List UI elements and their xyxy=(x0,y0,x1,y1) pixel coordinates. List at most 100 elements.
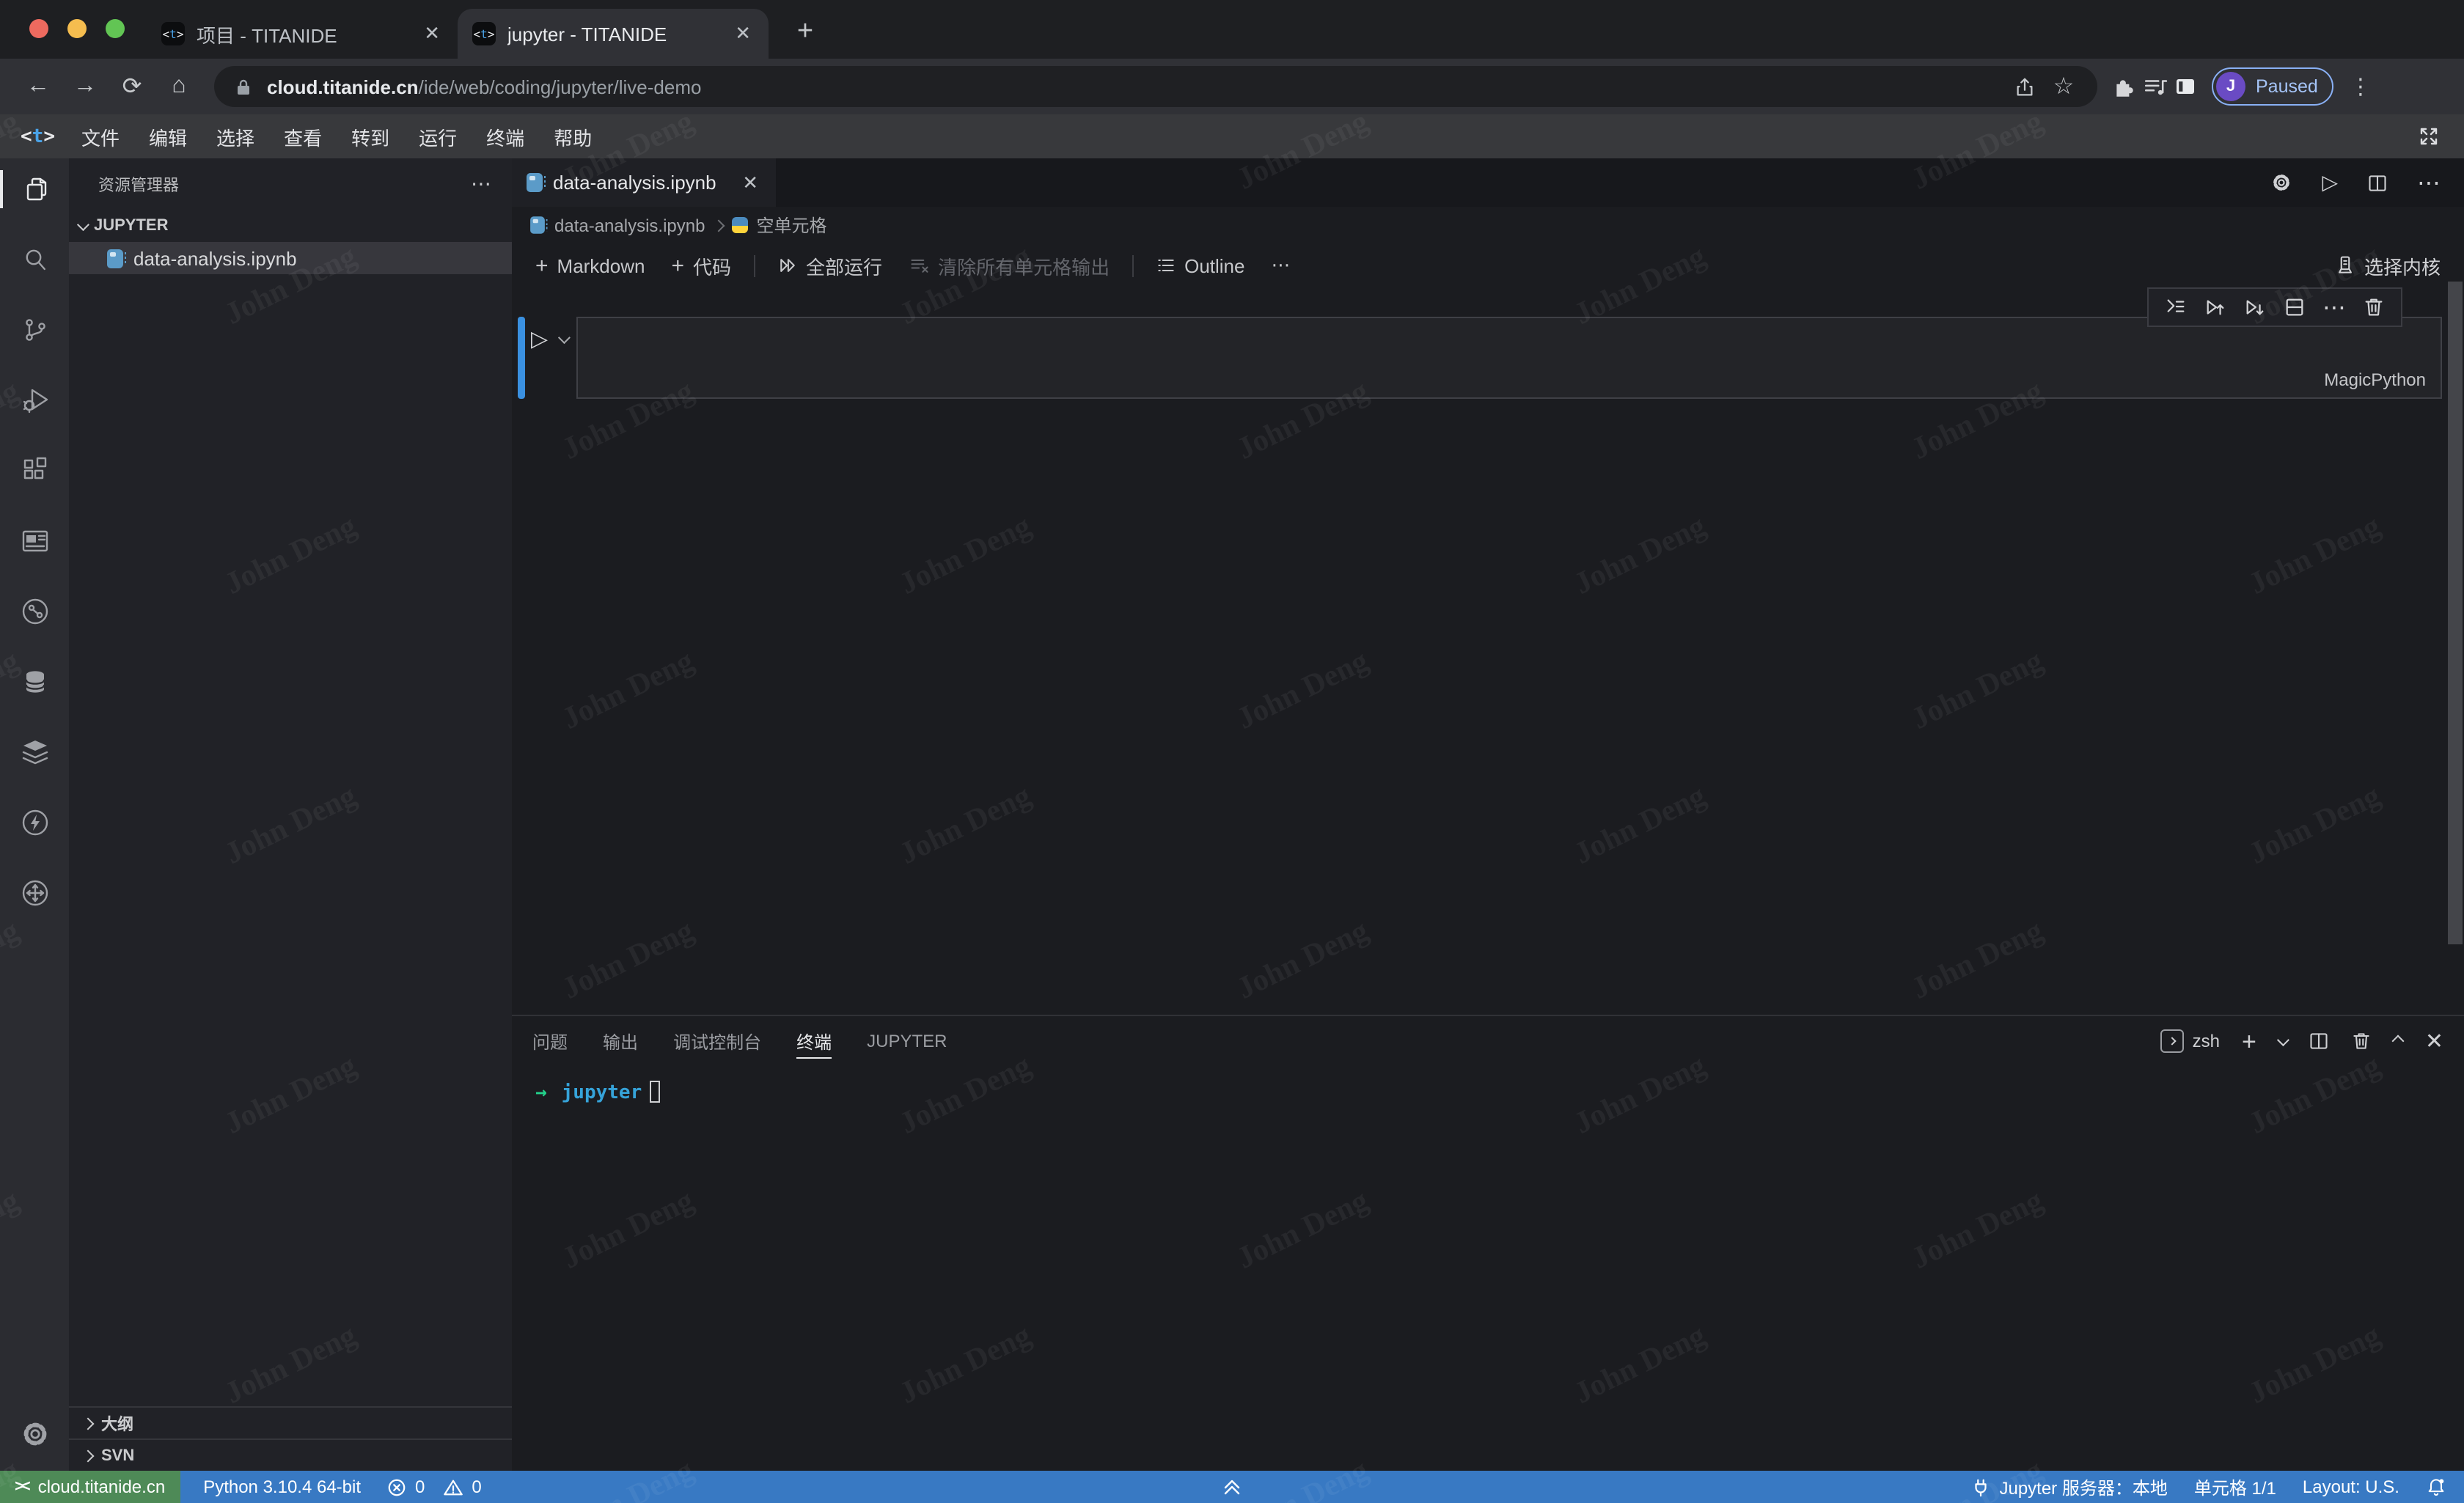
share-icon[interactable] xyxy=(2014,76,2036,98)
url-text: cloud.titanide.cn/ide/web/coding/jupyter… xyxy=(267,76,701,98)
fullscreen-icon[interactable] xyxy=(2417,125,2449,148)
extensions-puzzle-icon[interactable] xyxy=(2112,74,2137,99)
cell-focus-bar xyxy=(518,317,525,399)
run-cell-dropdown-icon[interactable] xyxy=(557,331,570,344)
clear-outputs-button: 清除所有单元格输出 xyxy=(897,251,1121,279)
minimize-window-button[interactable] xyxy=(67,19,87,38)
close-editor-icon[interactable]: ✕ xyxy=(739,171,761,194)
editor-more-actions-icon[interactable]: ⋯ xyxy=(2417,168,2441,197)
problems-status[interactable]: 0 0 xyxy=(387,1477,482,1497)
status-bar: >< cloud.titanide.cn Python 3.10.4 64-bi… xyxy=(0,1471,2464,1503)
new-terminal-icon[interactable]: + xyxy=(2242,1029,2256,1054)
remote-indicator[interactable]: >< cloud.titanide.cn xyxy=(0,1471,180,1503)
cell-more-actions-icon[interactable]: ⋯ xyxy=(2314,289,2354,326)
terminal-shell-selector[interactable]: zsh xyxy=(2160,1029,2220,1053)
menu-selection[interactable]: 选择 xyxy=(202,122,269,150)
browser-menu-icon[interactable]: ⋮ xyxy=(2340,66,2381,107)
panel-tab-debug-console[interactable]: 调试控制台 xyxy=(673,1016,761,1066)
close-tab-icon[interactable]: ✕ xyxy=(421,22,443,45)
explorer-icon[interactable] xyxy=(0,170,69,208)
split-editor-icon[interactable] xyxy=(2367,172,2388,193)
menu-edit[interactable]: 编辑 xyxy=(134,122,202,150)
layout-status[interactable]: Layout: U.S. xyxy=(2303,1477,2399,1497)
web-preview-icon[interactable] xyxy=(0,522,69,560)
layers-stack-icon[interactable] xyxy=(0,733,69,771)
add-markdown-button[interactable]: + Markdown xyxy=(524,254,656,276)
select-kernel-button[interactable]: 选择内核 xyxy=(2335,251,2464,279)
browser-tab-title: jupyter - TITANIDE xyxy=(507,23,720,45)
menu-help[interactable]: 帮助 xyxy=(539,122,606,150)
menu-go[interactable]: 转到 xyxy=(337,122,404,150)
maximize-panel-icon[interactable] xyxy=(2392,1035,2405,1048)
git-graph-icon[interactable] xyxy=(0,592,69,631)
zoom-window-button[interactable] xyxy=(106,19,125,38)
terminal-content[interactable]: →jupyter xyxy=(512,1066,2464,1471)
extensions-icon[interactable] xyxy=(0,452,69,490)
menu-run[interactable]: 运行 xyxy=(404,122,472,150)
cell-language-label[interactable]: MagicPython xyxy=(2324,370,2426,390)
source-control-icon[interactable] xyxy=(0,311,69,349)
menu-file[interactable]: 文件 xyxy=(67,122,134,150)
close-panel-icon[interactable]: ✕ xyxy=(2425,1028,2443,1054)
terminal-dropdown-icon[interactable] xyxy=(2278,1034,2290,1046)
close-tab-icon[interactable]: ✕ xyxy=(732,22,754,45)
profile-button[interactable]: J Paused xyxy=(2212,67,2334,106)
reading-list-icon[interactable] xyxy=(2143,74,2168,99)
menu-view[interactable]: 查看 xyxy=(269,122,337,150)
gateway-icon[interactable] xyxy=(0,874,69,912)
explorer-more-actions-icon[interactable]: ⋯ xyxy=(471,172,491,196)
split-cell-icon[interactable] xyxy=(2275,289,2314,326)
thunder-client-icon[interactable] xyxy=(0,804,69,842)
delete-cell-icon[interactable] xyxy=(2354,289,2394,326)
side-panel-icon[interactable] xyxy=(2174,75,2197,98)
search-icon[interactable] xyxy=(0,240,69,279)
execute-below-icon[interactable] xyxy=(2235,289,2275,326)
address-bar[interactable]: cloud.titanide.cn/ide/web/coding/jupyter… xyxy=(214,66,2097,107)
home-icon[interactable]: ⌂ xyxy=(158,66,199,107)
file-item-notebook[interactable]: data-analysis.ipynb xyxy=(69,242,512,274)
expand-panel-chevrons-icon[interactable] xyxy=(1219,1471,1245,1503)
sidebar-section-svn[interactable]: SVN xyxy=(69,1438,512,1471)
panel-tab-terminal[interactable]: 终端 xyxy=(796,1016,832,1066)
panel-actions: zsh + ✕ xyxy=(2160,1028,2443,1054)
browser-tab-jupyter[interactable]: <t> jupyter - TITANIDE ✕ xyxy=(458,9,769,59)
run-icon[interactable]: ▷ xyxy=(2322,170,2338,195)
close-window-button[interactable] xyxy=(29,19,48,38)
bookmark-star-icon[interactable]: ☆ xyxy=(2050,66,2077,107)
breadcrumb-cell[interactable]: 空单元格 xyxy=(756,213,826,238)
run-cell-icon[interactable]: ▷ xyxy=(531,326,548,352)
jupyter-server-status[interactable]: Jupyter 服务器：本地 xyxy=(1971,1474,2167,1499)
menu-terminal[interactable]: 终端 xyxy=(472,122,539,150)
cell-editor[interactable]: MagicPython xyxy=(576,317,2442,399)
forward-icon[interactable]: → xyxy=(65,66,106,107)
run-debug-icon[interactable] xyxy=(0,381,69,419)
split-terminal-icon[interactable] xyxy=(2309,1031,2330,1051)
notebook-settings-gear-icon[interactable] xyxy=(2270,172,2292,194)
new-tab-button[interactable]: + xyxy=(783,10,827,54)
browser-tab-project[interactable]: <t> 项目 - TITANIDE ✕ xyxy=(147,9,458,59)
back-icon[interactable]: ← xyxy=(18,66,59,107)
sidebar-section-jupyter[interactable]: JUPYTER xyxy=(69,210,512,242)
outline-button[interactable]: Outline xyxy=(1143,254,1256,276)
manage-gear-icon[interactable] xyxy=(0,1415,69,1453)
panel-tab-output[interactable]: 输出 xyxy=(603,1016,638,1066)
panel-tab-jupyter[interactable]: JUPYTER xyxy=(867,1016,947,1066)
notebook-toolbar: + Markdown + 代码 全部运行 清除所有单元格输出 xyxy=(512,243,2464,287)
breadcrumb-file[interactable]: data-analysis.ipynb xyxy=(554,215,705,235)
cell-position-status[interactable]: 单元格 1/1 xyxy=(2194,1474,2276,1499)
chevron-right-icon xyxy=(712,219,725,232)
editor-tab-notebook[interactable]: data-analysis.ipynb ✕ xyxy=(512,158,776,207)
reload-icon[interactable]: ⟳ xyxy=(111,66,153,107)
panel-tab-problems[interactable]: 问题 xyxy=(532,1016,568,1066)
run-by-line-icon[interactable] xyxy=(2156,289,2196,326)
kill-terminal-icon[interactable] xyxy=(2352,1031,2372,1051)
database-icon[interactable] xyxy=(0,663,69,701)
sidebar-section-outline[interactable]: 大纲 xyxy=(69,1406,512,1438)
toolbar-more-actions-icon[interactable]: ⋯ xyxy=(1260,254,1302,277)
add-code-button[interactable]: + 代码 xyxy=(659,251,743,279)
notebook-scrollbar[interactable] xyxy=(2448,282,2463,944)
execute-above-icon[interactable] xyxy=(2196,289,2235,326)
python-interpreter-status[interactable]: Python 3.10.4 64-bit xyxy=(203,1477,361,1497)
notifications-bell-icon[interactable] xyxy=(2426,1477,2446,1497)
run-all-button[interactable]: 全部运行 xyxy=(765,251,894,279)
